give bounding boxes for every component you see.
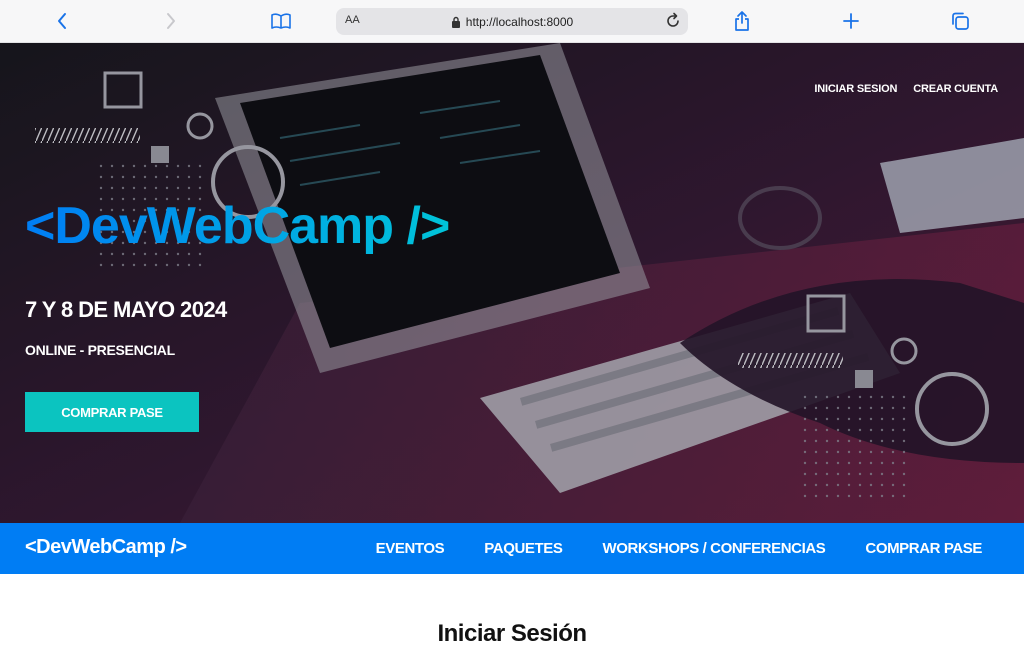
nav-item-eventos[interactable]: EVENTOS xyxy=(376,540,445,557)
event-date: 7 Y 8 DE MAYO 2024 xyxy=(25,297,227,322)
reload-icon[interactable] xyxy=(664,12,682,35)
nav-item-workshops[interactable]: WORKSHOPS / CONFERENCIAS xyxy=(602,540,825,557)
hero-background-image xyxy=(0,43,1024,523)
nav-logo[interactable]: <DevWebCamp /> xyxy=(25,536,187,559)
main-nav: EVENTOS PAQUETES WORKSHOPS / CONFERENCIA… xyxy=(376,523,983,574)
browser-toolbar: AA http://localhost:8000 xyxy=(0,0,1024,43)
tabs-overview-icon[interactable] xyxy=(945,8,975,34)
nav-item-paquetes[interactable]: PAQUETES xyxy=(484,540,563,557)
bookmarks-icon[interactable] xyxy=(266,8,296,34)
hero-header: INICIAR SESION CREAR CUENTA <DevWebCamp … xyxy=(0,43,1024,523)
login-link[interactable]: INICIAR SESION xyxy=(814,83,897,95)
share-icon[interactable] xyxy=(727,8,757,34)
auth-links: INICIAR SESION CREAR CUENTA xyxy=(814,83,998,95)
hero-logo[interactable]: <DevWebCamp /> xyxy=(25,196,450,256)
page-title: Iniciar Sesión xyxy=(437,620,587,647)
forward-icon[interactable] xyxy=(156,8,186,34)
lock-icon xyxy=(451,16,461,28)
main-navigation-bar: <DevWebCamp /> EVENTOS PAQUETES WORKSHOP… xyxy=(0,523,1024,574)
buy-pass-button[interactable]: COMPRAR PASE xyxy=(25,392,199,432)
new-tab-icon[interactable] xyxy=(836,8,866,34)
address-bar[interactable]: AA http://localhost:8000 xyxy=(336,8,688,35)
nav-item-comprar-pase[interactable]: COMPRAR PASE xyxy=(865,540,982,557)
register-link[interactable]: CREAR CUENTA xyxy=(913,83,998,95)
back-icon[interactable] xyxy=(47,8,77,34)
event-mode: ONLINE - PRESENCIAL xyxy=(25,342,175,358)
url-text: http://localhost:8000 xyxy=(465,14,574,29)
